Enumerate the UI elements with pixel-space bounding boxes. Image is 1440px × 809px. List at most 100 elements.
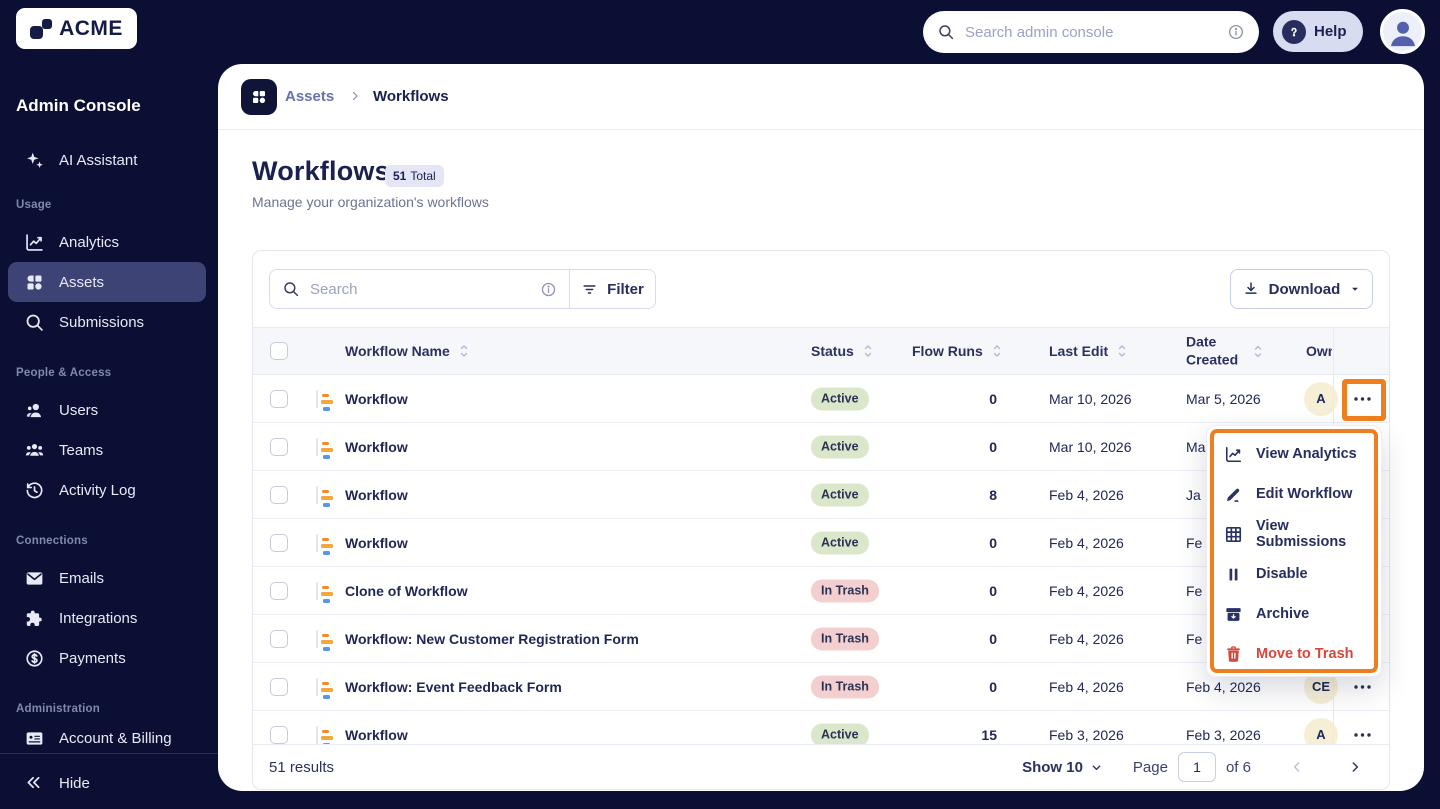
envelope-icon [24,568,45,589]
row-checkbox[interactable] [270,629,288,648]
workflow-name[interactable]: Clone of Workflow [345,583,468,599]
help-button[interactable]: Help [1273,11,1363,52]
sidebar-item-submissions[interactable]: Submissions [8,302,206,342]
filter-button[interactable]: Filter [569,270,655,308]
date-created-value: Mar 5, 2026 [1186,390,1261,407]
last-edit-value: Mar 10, 2026 [1049,390,1132,407]
admin-search[interactable] [923,11,1259,53]
select-all-checkbox[interactable] [270,342,288,360]
sidebar-collapse-button[interactable]: Hide [8,763,206,803]
menu-item-label: Archive [1256,606,1310,622]
row-checkbox[interactable] [270,677,288,696]
sidebar-item-analytics[interactable]: Analytics [8,222,206,262]
last-edit-value: Feb 4, 2026 [1049,534,1124,551]
chevron-right-icon [349,90,361,102]
acme-logo[interactable]: ACME [16,8,137,49]
flow-runs-value: 0 [989,390,997,407]
sidebar-item-assets[interactable]: Assets [8,262,206,302]
flow-runs-value: 0 [989,534,997,551]
row-checkbox[interactable] [270,485,288,504]
workflow-name[interactable]: Workflow [345,439,408,455]
info-icon[interactable] [1227,23,1245,41]
team-icon [24,440,45,461]
breadcrumb-assets-link[interactable]: Assets [285,88,334,105]
download-button[interactable]: Download [1230,269,1373,309]
page-size-select[interactable]: Show 10 [1022,759,1103,776]
table-search-input[interactable] [310,280,530,298]
acme-logo-text: ACME [59,16,123,40]
sort-icon[interactable] [458,343,470,359]
menu-item-edit-workflow[interactable]: Edit Workflow [1207,474,1381,514]
sidebar-item-ai-assistant[interactable]: AI Assistant [8,140,206,180]
workflow-name[interactable]: Workflow [345,727,408,743]
sidebar-item-label: Account & Billing [59,729,172,747]
row-checkbox[interactable] [270,437,288,456]
history-clock-icon [24,480,45,501]
sidebar-item-payments[interactable]: Payments [8,638,206,678]
next-page-button[interactable] [1343,755,1367,779]
workflow-name[interactable]: Workflow: New Customer Registration Form [345,631,639,647]
menu-item-view-analytics[interactable]: View Analytics [1207,434,1381,474]
total-count-badge: 51 Total [385,165,444,187]
sort-icon[interactable] [862,343,874,359]
row-actions-button[interactable] [1340,378,1384,420]
admin-search-input[interactable] [965,23,1217,41]
sort-icon[interactable] [1116,343,1128,359]
page-number-input[interactable] [1177,752,1216,782]
table-row: Workflow Active 15 Feb 3, 2026 Feb 3, 20… [253,711,1389,747]
sidebar-item-label: Analytics [59,233,120,251]
status-badge: In Trash [811,579,879,602]
page-subtitle: Manage your organization's workflows [252,194,489,210]
info-icon[interactable] [540,281,557,298]
question-icon [1282,19,1306,44]
status-badge: Active [811,483,869,506]
table-search[interactable] [270,270,569,308]
search-icon [937,23,955,41]
menu-item-move-to-trash[interactable]: Move to Trash [1207,634,1381,674]
workflow-name[interactable]: Workflow: Event Feedback Form [345,679,562,695]
sidebar-item-label: Integrations [59,609,138,627]
workflow-icon [316,581,333,603]
menu-item-disable[interactable]: Disable [1207,554,1381,594]
sidebar: Admin Console AI Assistant Usage Analyti… [0,64,218,809]
workflow-name[interactable]: Workflow [345,391,408,407]
menu-item-view-submissions[interactable]: View Submissions [1207,514,1381,554]
last-edit-value: Feb 4, 2026 [1049,582,1124,599]
sort-icon[interactable] [1252,343,1264,359]
assets-icon [24,272,45,293]
row-actions-button[interactable] [1340,714,1384,748]
user-icon [24,400,45,421]
row-checkbox[interactable] [270,725,288,744]
sort-icon[interactable] [991,343,1003,359]
status-badge: In Trash [811,627,879,650]
double-chevron-left-icon [24,773,45,794]
breadcrumb: Assets Workflows [218,64,1424,130]
sidebar-item-activity-log[interactable]: Activity Log [8,470,206,510]
sidebar-section-administration: Administration [16,703,100,715]
menu-item-archive[interactable]: Archive [1207,594,1381,634]
row-checkbox[interactable] [270,389,288,408]
sidebar-item-account-billing[interactable]: Account & Billing [8,718,206,758]
page-of-label: of 6 [1225,758,1251,776]
sidebar-item-emails[interactable]: Emails [8,558,206,598]
sidebar-item-teams[interactable]: Teams [8,430,206,470]
sidebar-divider [0,753,218,754]
row-checkbox[interactable] [270,581,288,600]
chevron-left-icon [1293,762,1300,772]
row-checkbox[interactable] [270,533,288,552]
download-icon [1242,280,1260,298]
last-edit-value: Feb 4, 2026 [1049,678,1124,695]
previous-page-button[interactable] [1285,755,1309,779]
flow-runs-value: 8 [989,486,997,503]
flow-runs-value: 0 [989,678,997,695]
sidebar-item-label: Payments [59,649,126,667]
workflows-table-card: Filter Download Workflow Name Status [252,250,1390,790]
workflow-name[interactable]: Workflow [345,487,408,503]
chevron-right-icon [1352,762,1359,772]
sidebar-item-users[interactable]: Users [8,390,206,430]
breadcrumb-current: Workflows [373,88,449,105]
workflow-name[interactable]: Workflow [345,535,408,551]
sidebar-item-integrations[interactable]: Integrations [8,598,206,638]
user-avatar[interactable] [1380,9,1425,54]
date-created-value: Feb 4, 2026 [1186,678,1261,695]
